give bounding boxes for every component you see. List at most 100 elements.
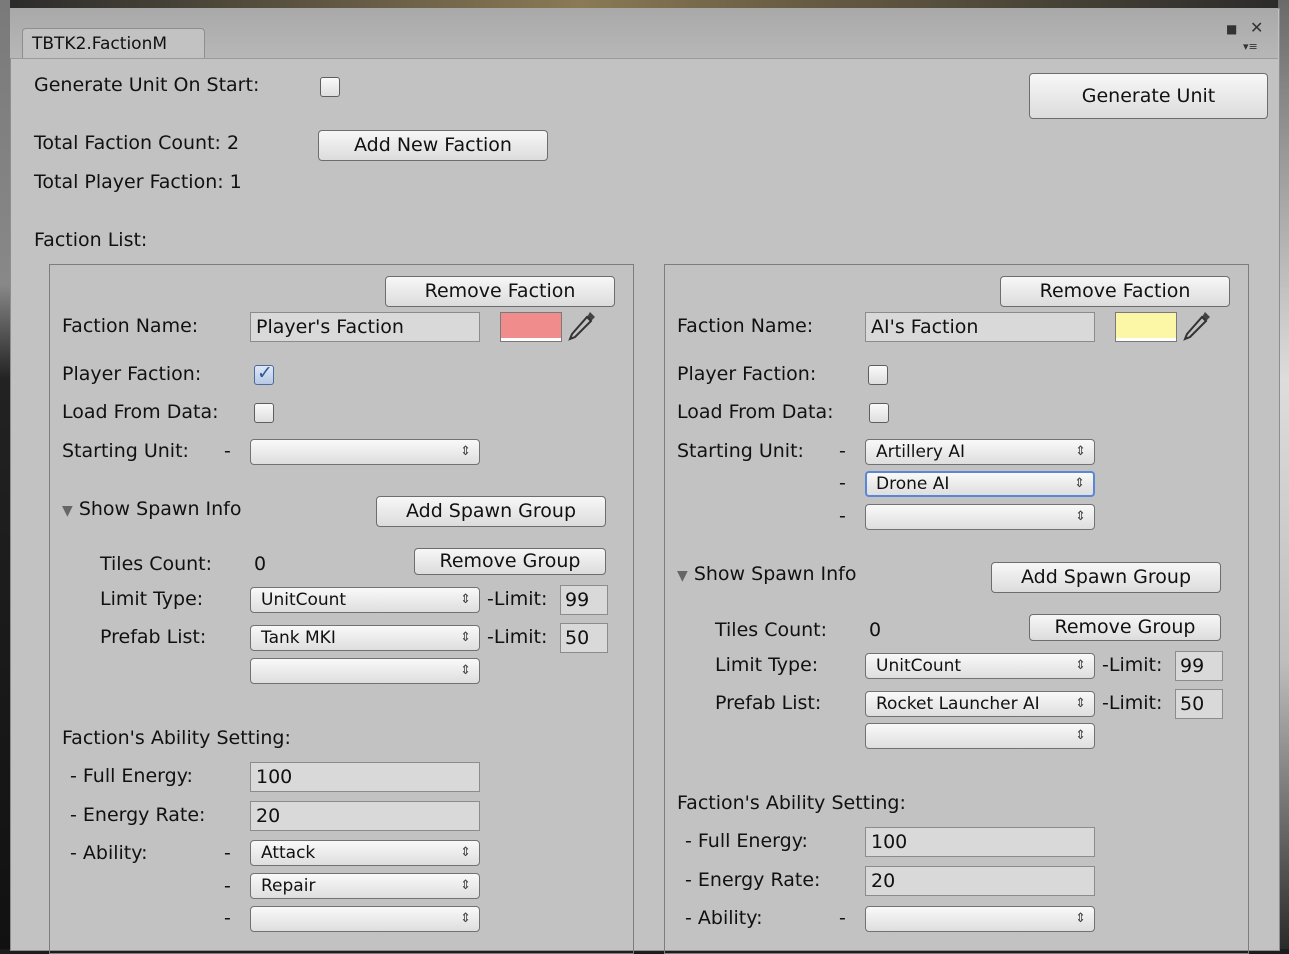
prefab-select-empty[interactable]: ⇕ <box>250 658 480 684</box>
remove-group-button[interactable]: Remove Group <box>414 548 606 575</box>
player-faction-label: Player Faction: <box>677 363 817 385</box>
dash: - <box>224 440 231 462</box>
full-energy-label: - Full Energy: <box>685 830 808 852</box>
tiles-count-label: Tiles Count: <box>715 619 828 641</box>
limit-label: -Limit: <box>487 588 548 610</box>
player-faction-checkbox[interactable] <box>868 365 888 385</box>
select-arrow-icon: ⇕ <box>460 592 471 607</box>
remove-group-button[interactable]: Remove Group <box>1029 614 1221 641</box>
player-faction-label: Player Faction: <box>62 363 202 385</box>
load-from-data-label: Load From Data: <box>677 401 834 423</box>
limit-type-limit-input[interactable]: 99 <box>1175 651 1223 681</box>
window-menu-icon[interactable]: ▾≡ <box>1243 40 1258 53</box>
select-arrow-icon: ⇕ <box>1074 476 1085 491</box>
starting-unit-label: Starting Unit: <box>62 440 189 462</box>
limit-type-label: Limit Type: <box>100 588 204 610</box>
energy-rate-label: - Energy Rate: <box>70 804 206 826</box>
add-spawn-group-button[interactable]: Add Spawn Group <box>991 562 1221 593</box>
select-arrow-icon: ⇕ <box>1075 911 1086 926</box>
ability-select-empty[interactable]: ⇕ <box>865 906 1095 932</box>
eyedropper-icon[interactable] <box>566 309 598 343</box>
starting-unit-select[interactable]: Drone AI ⇕ <box>865 471 1095 497</box>
ability-label: - Ability: <box>70 842 148 864</box>
ability-select-empty[interactable]: ⇕ <box>250 906 480 932</box>
ability-select[interactable]: Attack ⇕ <box>250 840 480 866</box>
ability-setting-label: Faction's Ability Setting: <box>62 727 291 749</box>
faction-color-swatch[interactable] <box>1115 312 1177 342</box>
prefab-select[interactable]: Tank MKI ⇕ <box>250 625 480 651</box>
generate-on-start-label: Generate Unit On Start: <box>34 74 260 96</box>
prefab-select[interactable]: Rocket Launcher AI ⇕ <box>865 691 1095 717</box>
tab-faction-manager[interactable]: TBTK2.FactionM <box>22 28 205 58</box>
close-icon[interactable]: ✕ <box>1250 18 1263 37</box>
tiles-count-value: 0 <box>869 619 882 641</box>
starting-unit-select[interactable]: ⇕ <box>250 439 480 465</box>
full-energy-input[interactable]: 100 <box>250 762 480 792</box>
add-spawn-group-button[interactable]: Add Spawn Group <box>376 496 606 527</box>
ability-select[interactable]: Repair ⇕ <box>250 873 480 899</box>
remove-faction-button[interactable]: Remove Faction <box>1000 276 1230 307</box>
select-arrow-icon: ⇕ <box>460 444 471 459</box>
dash: - <box>224 842 231 864</box>
select-arrow-icon: ⇕ <box>460 663 471 678</box>
starting-unit-label: Starting Unit: <box>677 440 804 462</box>
dash: - <box>839 505 846 527</box>
limit-label: -Limit: <box>1102 692 1163 714</box>
select-arrow-icon: ⇕ <box>460 845 471 860</box>
dash: - <box>839 440 846 462</box>
dash: - <box>224 907 231 929</box>
energy-rate-input[interactable]: 20 <box>250 801 480 831</box>
prefab-select-empty[interactable]: ⇕ <box>865 723 1095 749</box>
faction-name-input[interactable]: Player's Faction <box>250 312 480 342</box>
prefab-list-label: Prefab List: <box>100 626 207 648</box>
starting-unit-select-empty[interactable]: ⇕ <box>865 504 1095 530</box>
show-spawn-info-foldout[interactable]: ▼ Show Spawn Info <box>62 498 241 520</box>
player-faction-checkbox[interactable]: ✓ <box>254 362 274 385</box>
select-arrow-icon: ⇕ <box>1075 728 1086 743</box>
tiles-count-label: Tiles Count: <box>100 553 213 575</box>
limit-type-limit-input[interactable]: 99 <box>560 585 608 615</box>
full-energy-input[interactable]: 100 <box>865 827 1095 857</box>
eyedropper-icon[interactable] <box>1181 309 1213 343</box>
generate-unit-button[interactable]: Generate Unit <box>1029 73 1268 119</box>
select-arrow-icon: ⇕ <box>1075 444 1086 459</box>
show-spawn-info-foldout[interactable]: ▼ Show Spawn Info <box>677 563 856 585</box>
foldout-triangle-icon: ▼ <box>677 568 688 584</box>
select-arrow-icon: ⇕ <box>1075 696 1086 711</box>
dash: - <box>224 875 231 897</box>
limit-label: -Limit: <box>1102 654 1163 676</box>
load-from-data-checkbox[interactable] <box>869 403 889 423</box>
limit-type-label: Limit Type: <box>715 654 819 676</box>
ability-label: - Ability: <box>685 907 763 929</box>
limit-type-select[interactable]: UnitCount ⇕ <box>250 587 480 613</box>
total-faction-count: Total Faction Count: 2 <box>34 132 240 154</box>
limit-type-select[interactable]: UnitCount ⇕ <box>865 653 1095 679</box>
select-arrow-icon: ⇕ <box>460 878 471 893</box>
remove-faction-button[interactable]: Remove Faction <box>385 276 615 307</box>
faction-name-label: Faction Name: <box>62 315 199 337</box>
dash: - <box>839 472 846 494</box>
faction-name-input[interactable]: AI's Faction <box>865 312 1095 342</box>
prefab-limit-input[interactable]: 50 <box>560 623 608 653</box>
faction-color-swatch[interactable] <box>500 312 562 342</box>
select-arrow-icon: ⇕ <box>1075 658 1086 673</box>
ability-setting-label: Faction's Ability Setting: <box>677 792 906 814</box>
energy-rate-input[interactable]: 20 <box>865 866 1095 896</box>
generate-on-start-checkbox[interactable] <box>320 77 340 97</box>
dash: - <box>839 907 846 929</box>
load-from-data-checkbox[interactable] <box>254 403 274 423</box>
load-from-data-label: Load From Data: <box>62 401 219 423</box>
starting-unit-select[interactable]: Artillery AI ⇕ <box>865 439 1095 465</box>
prefab-limit-input[interactable]: 50 <box>1175 689 1223 719</box>
faction-name-label: Faction Name: <box>677 315 814 337</box>
background-strip-left <box>0 0 10 949</box>
select-arrow-icon: ⇕ <box>460 630 471 645</box>
faction-list-label: Faction List: <box>34 229 148 251</box>
total-player-faction: Total Player Faction: 1 <box>34 171 242 193</box>
maximize-icon[interactable]: ■ <box>1226 22 1237 36</box>
add-new-faction-button[interactable]: Add New Faction <box>318 130 548 161</box>
foldout-triangle-icon: ▼ <box>62 503 73 519</box>
select-arrow-icon: ⇕ <box>1075 509 1086 524</box>
limit-label: -Limit: <box>487 626 548 648</box>
full-energy-label: - Full Energy: <box>70 765 193 787</box>
